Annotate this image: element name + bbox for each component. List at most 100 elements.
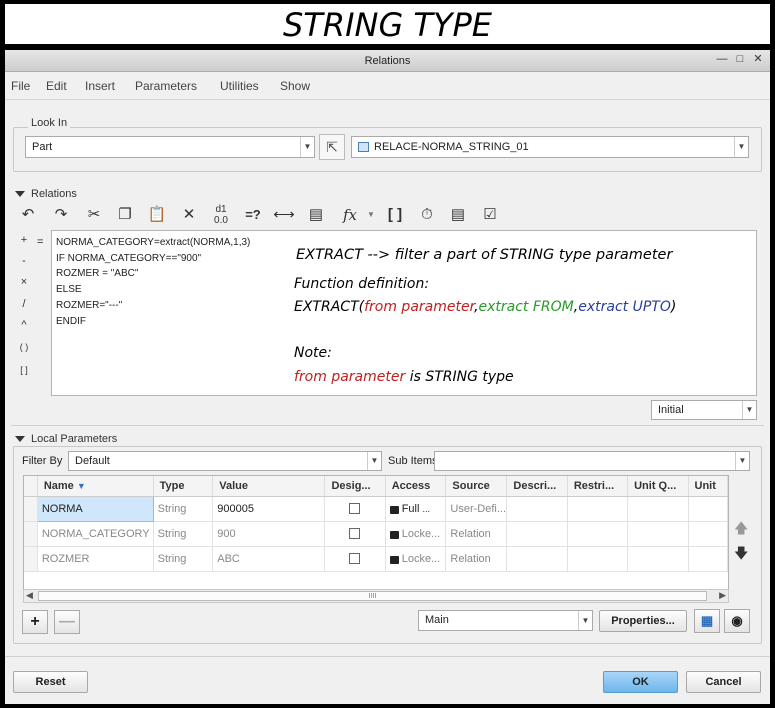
annotation-line2: Function definition: [294, 276, 430, 292]
column-header-access[interactable]: Access [385, 476, 447, 497]
undo-icon[interactable]: ↶ [17, 204, 39, 226]
unlock-icon [389, 505, 399, 514]
remove-parameter-button[interactable]: — [54, 610, 80, 634]
cell-designate[interactable] [324, 496, 386, 522]
column-header-name[interactable]: Name ▼ [37, 476, 154, 497]
copy-icon[interactable]: ❐ [114, 204, 136, 226]
column-header-type[interactable]: Type [153, 476, 214, 497]
table-columns-icon[interactable]: ▦ [694, 609, 720, 633]
column-header-designate[interactable]: Desig... [324, 476, 386, 497]
view-select[interactable]: Main ▼ [418, 610, 593, 631]
designate-checkbox[interactable] [349, 553, 361, 565]
look-in-label: Look In [28, 117, 71, 129]
close-icon[interactable]: ✕ [752, 53, 764, 65]
operator-parens-button[interactable]: ( ) [15, 342, 33, 352]
operator-minus-button[interactable]: - [17, 255, 31, 267]
menu-file[interactable]: File [11, 79, 30, 93]
move-down-icon[interactable]: 🡇 [734, 543, 748, 567]
move-up-icon[interactable]: 🡅 [734, 518, 748, 542]
cell-description[interactable] [506, 496, 568, 522]
more-icon[interactable]: ... [423, 504, 431, 514]
column-header-unit-quantity[interactable]: Unit Q... [627, 476, 689, 497]
designate-checkbox[interactable] [349, 503, 361, 515]
ok-button[interactable]: OK [603, 671, 678, 693]
operator-multiply-button[interactable]: × [17, 276, 31, 288]
verify-icon[interactable]: ☑ [479, 204, 501, 226]
menu-bar: File Edit Insert Parameters Utilities Sh… [5, 72, 770, 100]
screenshot-frame: STRING TYPE Relations — □ ✕ File Edit In… [0, 0, 775, 708]
table-row[interactable]: NORMA String 900005 Full ... User-Defi..… [24, 495, 728, 522]
look-in-type-select[interactable]: Part ▼ [25, 136, 315, 158]
column-header-unit[interactable]: Unit [688, 476, 728, 497]
annotation-note: from parameter is STRING type [294, 369, 514, 385]
add-parameter-button[interactable]: + [22, 610, 48, 634]
banner-title: STRING TYPE [5, 4, 770, 44]
sub-items-select[interactable]: ▼ [434, 451, 750, 471]
redo-icon[interactable]: ↷ [50, 204, 72, 226]
function-icon[interactable]: fx [339, 204, 361, 226]
designate-checkbox[interactable] [349, 528, 361, 540]
horizontal-scrollbar[interactable]: ◀ IIII ▶ [23, 589, 729, 603]
paste-icon[interactable]: 📋 [146, 204, 168, 226]
look-in-object-select[interactable]: RELACE-NORMA_STRING_01 ▼ [351, 136, 749, 158]
cell-name[interactable]: NORMA [36, 495, 154, 522]
access-value: Full [401, 502, 420, 515]
relations-section-header[interactable]: Relations [15, 188, 77, 200]
cell-designate[interactable] [324, 546, 386, 572]
relations-editor[interactable]: NORMA_CATEGORY=extract(NORMA,1,3) IF NOR… [51, 230, 757, 396]
cell-source: Relation [445, 521, 508, 547]
cell-type: String [153, 546, 214, 572]
chevron-down-icon[interactable]: ▼ [360, 204, 382, 226]
chevron-down-icon: ▼ [578, 611, 592, 630]
operator-divide-button[interactable]: / [17, 298, 31, 310]
insert-parameter-icon[interactable]: ▤ [305, 204, 327, 226]
execute-icon[interactable]: ▤ [447, 204, 469, 226]
scroll-right-icon[interactable]: ▶ [719, 590, 726, 601]
chevron-down-icon: ▼ [735, 452, 749, 470]
properties-button[interactable]: Properties... [599, 610, 687, 632]
brackets-icon[interactable]: [ ] [384, 204, 406, 226]
operator-plus-button[interactable]: + [17, 234, 31, 246]
units-select[interactable]: Initial ▼ [651, 400, 757, 420]
row-header-corner [24, 476, 38, 497]
cell-name[interactable]: ROZMER [37, 546, 154, 572]
reset-button[interactable]: Reset [13, 671, 88, 693]
cell-name[interactable]: NORMA_CATEGORY [37, 521, 154, 547]
column-header-restricted[interactable]: Restri... [567, 476, 629, 497]
menu-insert[interactable]: Insert [85, 79, 115, 93]
menu-edit[interactable]: Edit [46, 79, 67, 93]
column-name-label: Name [43, 479, 74, 492]
operator-brackets-button[interactable]: [ ] [15, 365, 33, 375]
filter-icon[interactable]: ▼ [77, 481, 86, 491]
filter-by-select[interactable]: Default ▼ [68, 451, 382, 471]
select-cursor-icon[interactable]: ⇱ [319, 134, 345, 160]
maximize-icon[interactable]: □ [734, 53, 746, 65]
switch-dimensions-icon[interactable]: d1 0.0 [210, 204, 232, 226]
operator-power-button[interactable]: ^ [17, 319, 31, 331]
cell-designate[interactable] [324, 521, 386, 547]
local-parameters-section-header[interactable]: Local Parameters [15, 433, 117, 445]
access-value: Locke... [401, 552, 441, 565]
menu-parameters[interactable]: Parameters [135, 79, 197, 93]
minimize-icon[interactable]: — [716, 53, 728, 65]
cell-access[interactable]: Full ... [385, 496, 447, 522]
column-header-value[interactable]: Value [212, 476, 326, 497]
cell-restricted [567, 496, 629, 522]
evaluate-icon[interactable]: =? [242, 204, 264, 226]
table-row[interactable]: ROZMER String ABC Locke... Relation [24, 546, 728, 572]
table-row[interactable]: NORMA_CATEGORY String 900 Locke... Relat… [24, 521, 728, 547]
binoculars-icon[interactable]: ◉ [724, 609, 750, 633]
column-header-description[interactable]: Descri... [506, 476, 568, 497]
scroll-left-icon[interactable]: ◀ [26, 590, 33, 601]
sort-relations-icon[interactable]: ⏱ [416, 204, 438, 226]
operator-equals-button[interactable]: = [37, 236, 43, 248]
delete-icon[interactable]: ✕ [178, 204, 200, 226]
cell-value[interactable]: 900005 [212, 496, 326, 522]
measure-icon[interactable]: ⟷ [273, 204, 295, 226]
column-header-source[interactable]: Source [445, 476, 508, 497]
scroll-thumb[interactable]: IIII [38, 591, 707, 601]
menu-utilities[interactable]: Utilities [220, 79, 259, 93]
cut-icon[interactable]: ✂ [83, 204, 105, 226]
menu-show[interactable]: Show [280, 79, 310, 93]
cancel-button[interactable]: Cancel [686, 671, 761, 693]
